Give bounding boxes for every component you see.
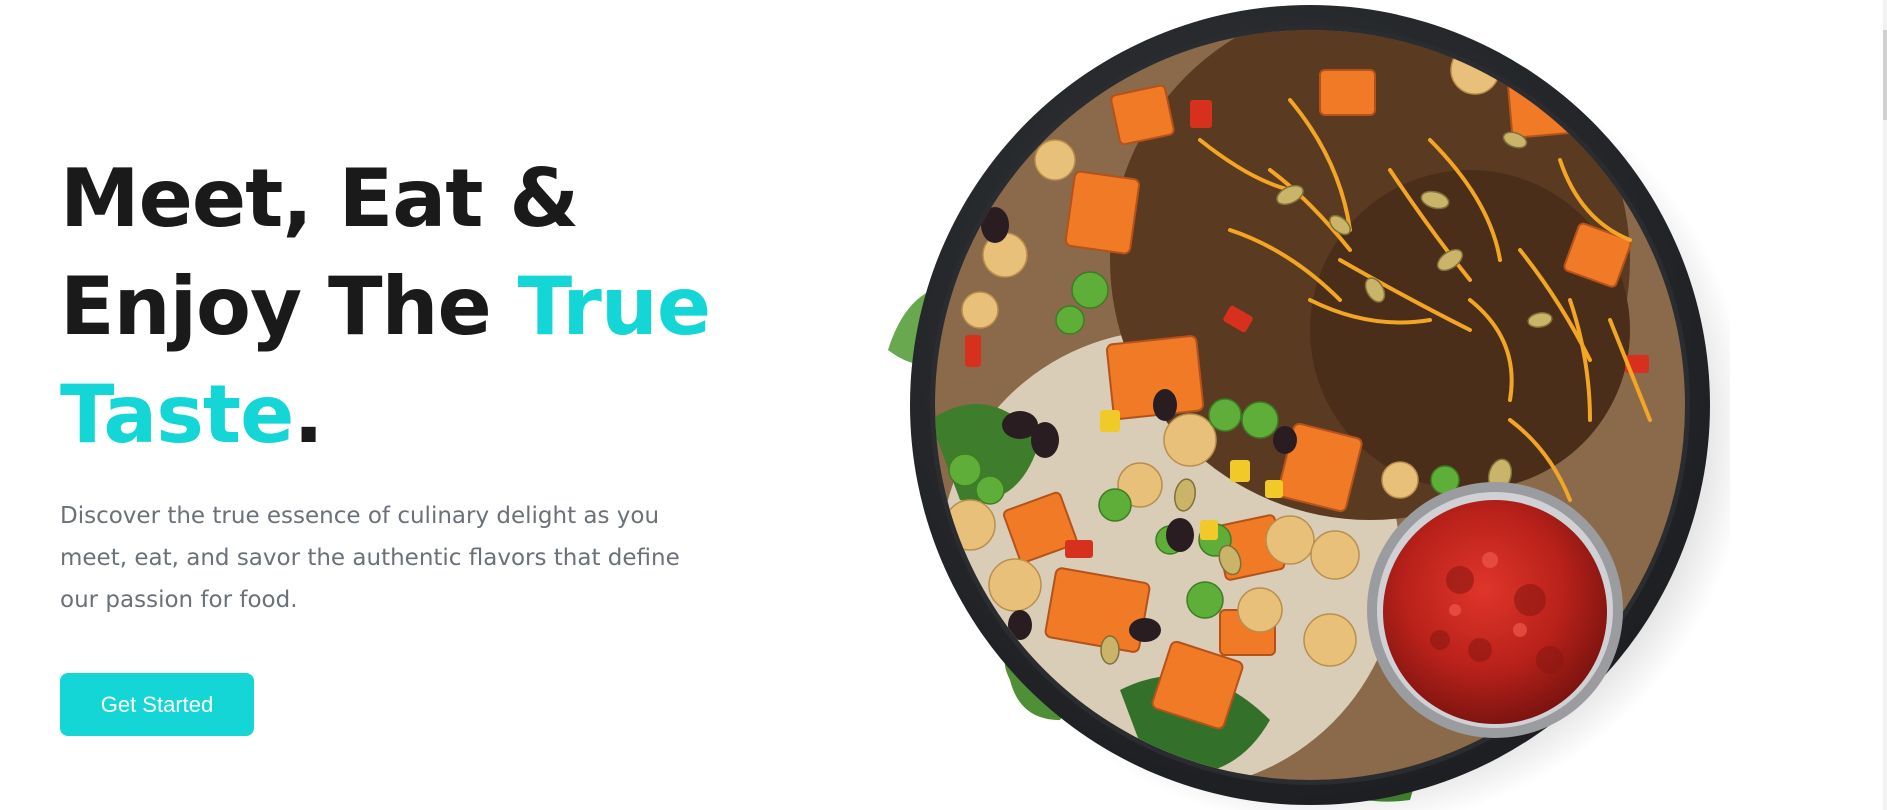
food-bowl-image [870,0,1730,810]
hero-section: Meet, Eat & Enjoy The True Taste. Discov… [0,0,1887,810]
hero-title-accent-word: Taste [60,368,294,461]
hero-title-plain-text: Enjoy The [60,260,518,353]
food-bowl-illustration [888,5,1730,810]
scrollbar-thumb[interactable] [1883,30,1887,120]
hero-title-line-1: Meet, Eat & [60,152,579,245]
page-scrollbar[interactable] [1883,0,1887,810]
get-started-button[interactable]: Get Started [60,673,254,736]
hero-title: Meet, Eat & Enjoy The True Taste. [60,145,780,469]
hero-text-block: Meet, Eat & Enjoy The True Taste. Discov… [60,145,780,736]
hero-title-line-3: Taste. [60,361,780,469]
hero-description: Discover the true essence of culinary de… [60,503,680,613]
hero-title-line-2: Enjoy The True [60,253,780,361]
hero-title-period: . [293,368,323,461]
hero-title-accent-word: True [517,260,711,353]
salsa-cup [1367,482,1623,738]
